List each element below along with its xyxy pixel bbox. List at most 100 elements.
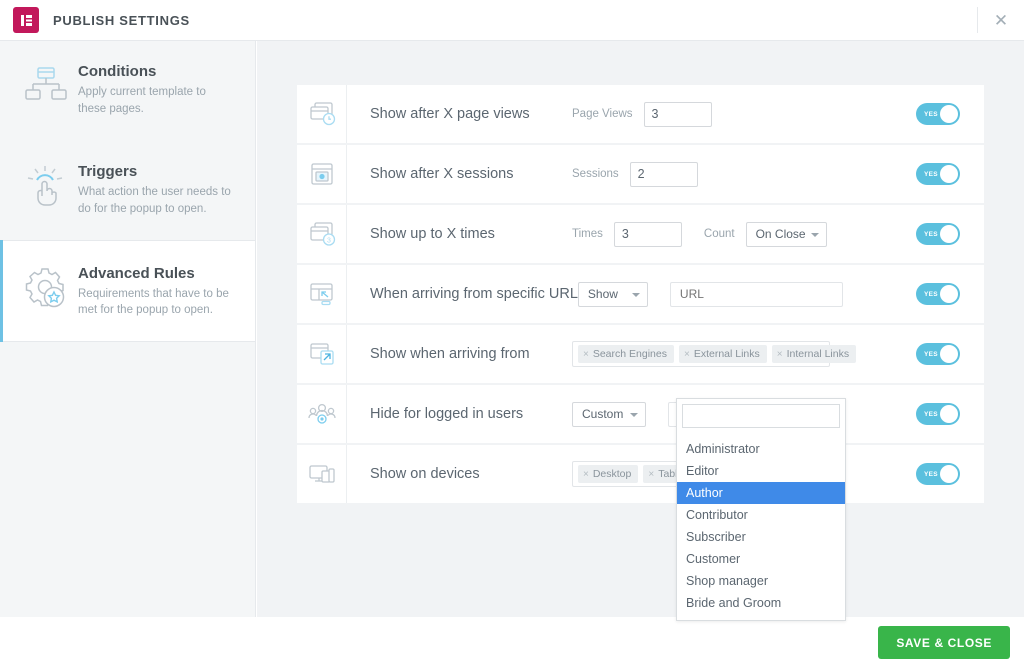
page-views-label: Page Views [572, 108, 633, 120]
sidebar-item-desc: Apply current template to these pages. [78, 86, 206, 115]
times-input[interactable] [613, 221, 682, 247]
window-clock-icon [297, 85, 347, 143]
toggle-label: YES [924, 470, 938, 478]
referrer-tagbox[interactable]: × Search Engines × External Links × Inte… [572, 341, 857, 367]
dropdown-option[interactable]: Subscriber [677, 526, 845, 548]
rule-toggle[interactable]: YES [916, 463, 960, 485]
rule-label: When arriving from specific URL [370, 286, 578, 302]
toggle-label: YES [924, 410, 938, 418]
sidebar-item-title: Conditions [78, 63, 157, 80]
rule-label: Show up to X times [370, 226, 495, 242]
main-panel: Show after X page views Page Views YES S [257, 41, 1024, 617]
toggle-knob [940, 165, 958, 183]
count-label: Count [703, 228, 735, 240]
chevron-down-icon [630, 413, 638, 417]
sidebar: Conditions Apply current template to the… [0, 41, 256, 617]
url-action-value: Show [587, 287, 618, 301]
sidebar-item-text: Conditions Apply current template to the… [78, 61, 233, 117]
dropdown-option[interactable]: Customer [677, 548, 845, 570]
devices-icon [297, 445, 347, 503]
toggle-knob [940, 285, 958, 303]
close-icon[interactable]: ✕ [978, 0, 1024, 41]
tag-label: Desktop [592, 468, 632, 480]
rule-toggle[interactable]: YES [916, 403, 960, 425]
remove-tag-icon[interactable]: × [684, 349, 690, 360]
toggle-knob [940, 405, 958, 423]
tag-item[interactable]: × Search Engines [578, 345, 674, 363]
sidebar-item-title: Triggers [78, 163, 138, 181]
roles-mode-value: Custom [582, 407, 624, 421]
sidebar-item-desc: What action the user needs to do for the… [78, 186, 231, 216]
toggle-knob [940, 105, 958, 123]
dropdown-option[interactable]: Shop manager [677, 570, 845, 592]
chevron-down-icon [810, 233, 819, 237]
dropdown-option-selected[interactable]: Author [677, 482, 845, 504]
count-select-value: On Close [755, 227, 806, 241]
roles-mode-select[interactable]: Custom [572, 401, 646, 427]
rule-row-hide-logged-in: Hide for logged in users Custom YES [297, 385, 984, 443]
dropdown-option[interactable]: Contributor [677, 504, 845, 526]
rule-toggle[interactable]: YES [916, 163, 960, 185]
rule-label: Show when arriving from [370, 346, 530, 362]
remove-tag-icon[interactable]: × [583, 469, 589, 480]
title-bar-actions: ✕ [977, 0, 1024, 41]
count-select[interactable]: On Close [745, 221, 827, 247]
url-input[interactable] [669, 281, 843, 307]
dropdown-option[interactable]: Administrator [677, 438, 845, 460]
remove-tag-icon[interactable]: × [583, 349, 589, 360]
toggle-label: YES [924, 290, 938, 298]
tag-item[interactable]: × Internal Links [771, 345, 857, 363]
toggle-knob [940, 465, 958, 483]
tag-label: Search Engines [592, 348, 667, 360]
rule-toggle[interactable]: YES [916, 103, 960, 125]
roles-dropdown: Administrator Editor Author Contributor … [676, 398, 846, 621]
rule-toggle[interactable]: YES [916, 343, 960, 365]
rules-list: Show after X page views Page Views YES S [257, 41, 1024, 503]
sidebar-item-advanced-rules[interactable]: Advanced Rules Requirements that have to… [0, 239, 255, 343]
chevron-down-icon [631, 293, 640, 297]
window-arrow-icon [297, 265, 347, 323]
rule-row-sessions: Show after X sessions Sessions YES [297, 145, 984, 203]
title-bar: PUBLISH SETTINGS ✕ [0, 0, 1024, 41]
svg-text:3: 3 [327, 238, 331, 245]
sitemap-icon [14, 61, 78, 106]
elementor-logo-icon [13, 7, 39, 33]
tag-item[interactable]: × External Links [678, 345, 767, 363]
toggle-knob [940, 345, 958, 363]
rule-toggle[interactable]: YES [916, 223, 960, 245]
rule-row-page-views: Show after X page views Page Views YES [297, 85, 984, 143]
page-views-input[interactable] [643, 101, 712, 127]
roles-dropdown-search[interactable] [682, 404, 840, 428]
tag-label: External Links [693, 348, 760, 360]
footer-bar: SAVE & CLOSE [0, 617, 1024, 668]
dropdown-option[interactable]: Editor [677, 460, 845, 482]
dropdown-option[interactable]: Bride and Groom [677, 592, 845, 614]
tag-item[interactable]: × Desktop [578, 465, 639, 483]
url-action-select[interactable]: Show [577, 281, 648, 307]
roles-dropdown-list: Administrator Editor Author Contributor … [677, 433, 845, 620]
sidebar-item-title: Advanced Rules [78, 264, 195, 282]
remove-tag-icon[interactable]: × [648, 469, 654, 480]
save-and-close-button[interactable]: SAVE & CLOSE [878, 626, 1010, 659]
sidebar-item-conditions[interactable]: Conditions Apply current template to the… [0, 41, 255, 139]
toggle-label: YES [924, 170, 938, 178]
sidebar-item-desc: Requirements that have to be met for the… [78, 287, 229, 317]
rule-row-show-up-to-x-times: 3 Show up to X times Times Count On Clos… [297, 205, 984, 263]
toggle-label: YES [924, 350, 938, 358]
toggle-knob [940, 225, 958, 243]
times-label: Times [572, 228, 603, 240]
rule-label: Hide for logged in users [370, 406, 524, 422]
remove-tag-icon[interactable]: × [777, 349, 783, 360]
rule-row-show-on-devices: Show on devices × Desktop × Tablet YES [297, 445, 984, 503]
sessions-input[interactable] [629, 161, 698, 187]
sidebar-item-text: Triggers What action the user needs to d… [78, 161, 233, 217]
sidebar-item-text: Advanced Rules Requirements that have to… [78, 263, 233, 319]
sidebar-item-triggers[interactable]: Triggers What action the user needs to d… [0, 139, 255, 239]
toggle-label: YES [924, 230, 938, 238]
toggle-label: YES [924, 110, 938, 118]
rule-label: Show after X page views [370, 106, 530, 122]
window-count-icon: 3 [297, 205, 347, 263]
window-session-icon [297, 145, 347, 203]
sessions-label: Sessions [572, 168, 619, 180]
rule-toggle[interactable]: YES [916, 283, 960, 305]
